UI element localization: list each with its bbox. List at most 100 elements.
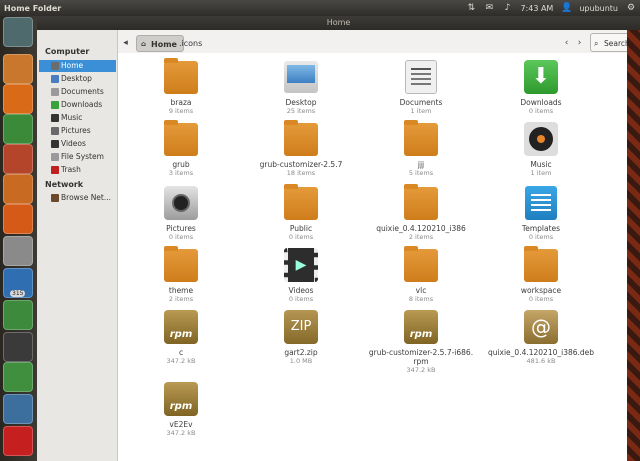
file-item[interactable]: rpm c 347.2 kB (126, 309, 236, 366)
file-name: quixie_0.4.120210_i386 (376, 224, 466, 233)
files-icon[interactable] (3, 54, 33, 84)
back-arrow-icon[interactable]: ‹ (561, 35, 572, 52)
downloads-icon (51, 101, 59, 109)
file-name: theme (168, 286, 194, 295)
file-name: Templates (521, 224, 561, 233)
folder-icon (403, 246, 439, 283)
file-item[interactable]: Pictures 0 items (126, 185, 236, 242)
dash-icon[interactable] (3, 17, 33, 47)
mail-icon[interactable]: ✉ (484, 3, 494, 13)
file-meta: 0 items (528, 233, 554, 241)
home-icon (51, 62, 59, 70)
file-item[interactable]: workspace 0 items (486, 246, 596, 304)
file-meta: 3 items (168, 169, 194, 177)
sidebar-item-music[interactable]: Music (39, 112, 116, 124)
rpm-icon: rpm (163, 381, 199, 417)
file-meta: 8 items (408, 295, 434, 303)
rpm-icon: rpm (403, 309, 439, 345)
file-meta: 5 items (408, 169, 434, 177)
file-item[interactable]: ZIP gart2.zip 1.0 MB (246, 309, 356, 366)
file-item[interactable]: ▶ Videos 0 items (246, 247, 356, 304)
ubuntu-one-icon[interactable] (3, 204, 33, 234)
clock[interactable]: 7:43 AM (520, 4, 553, 13)
search-button[interactable]: ⌕ Search (590, 33, 630, 52)
file-item[interactable]: @ quixie_0.4.120210_i386.deb 481.6 kB (486, 309, 596, 366)
sidebar-item-trash[interactable]: Trash (39, 164, 116, 176)
videos-icon (51, 140, 59, 148)
libreoffice-calc-icon[interactable] (3, 114, 33, 144)
user-name[interactable]: upubuntu (579, 4, 618, 13)
folder-icon (403, 184, 439, 221)
system-monitor-icon[interactable] (3, 362, 33, 392)
network-icon[interactable]: ⇅ (466, 3, 476, 13)
downloads-icon: ⬇ (523, 59, 559, 95)
file-manager-window: Home Computer Home Desktop Documents Downlo… (37, 16, 640, 461)
path-left-arrow-icon[interactable]: ◂ (120, 35, 131, 52)
file-name: Pictures (166, 224, 196, 233)
documents-icon (403, 59, 439, 95)
sidebar-item-label: Desktop (61, 74, 92, 83)
sidebar-item-label: Music (61, 113, 83, 122)
folder-icon (523, 246, 559, 283)
file-meta: 1.0 MB (289, 357, 313, 365)
file-item[interactable]: braza 9 items (126, 58, 236, 116)
terminal-icon[interactable] (3, 332, 33, 362)
sidebar-item-videos[interactable]: Videos (39, 138, 116, 150)
file-meta: 0 items (168, 233, 194, 241)
sidebar-heading-computer: Computer (45, 47, 90, 56)
file-item[interactable]: Public 0 items (246, 184, 356, 242)
drive-icon[interactable] (3, 236, 33, 266)
sidebar-item-browse-network[interactable]: Browse Net... (39, 192, 116, 204)
file-name: c (178, 348, 184, 357)
sidebar-item-downloads[interactable]: Downloads (39, 99, 116, 111)
sidebar-item-documents[interactable]: Documents (39, 86, 116, 98)
file-name: Music (530, 160, 552, 169)
sidebar-item-desktop[interactable]: Desktop (39, 73, 116, 85)
file-item[interactable]: grub 3 items (126, 120, 236, 178)
file-item[interactable]: vlc 8 items (366, 246, 476, 304)
file-meta: 2 items (168, 295, 194, 303)
desktop-wallpaper-edge (627, 30, 640, 461)
file-item[interactable]: Documents 1 item (366, 59, 476, 116)
file-item[interactable]: Desktop 25 items (246, 59, 356, 116)
file-item[interactable]: quixie_0.4.120210_i386 2 items (366, 184, 476, 242)
gear-icon[interactable]: ⚙ (626, 3, 636, 13)
sidebar-item-label: File System (61, 152, 104, 161)
file-name: gart2.zip (284, 348, 318, 357)
file-meta: 0 items (528, 107, 554, 115)
trash-icon (51, 166, 59, 174)
file-item[interactable]: rpm grub-customizer-2.5.7-i686. rpm 347.2 … (366, 309, 476, 375)
file-item[interactable]: grub-customizer-2.5.7 18 items (246, 120, 356, 178)
software-center-icon[interactable] (3, 174, 33, 204)
sidebar-item-file-system[interactable]: File System (39, 151, 116, 163)
update-manager-icon[interactable] (3, 300, 33, 330)
sidebar-item-label: Downloads (61, 100, 103, 109)
sidebar-item-label: Home (61, 61, 84, 70)
sidebar-item-pictures[interactable]: Pictures (39, 125, 116, 137)
sidebar-item-label: Pictures (61, 126, 91, 135)
workspaces-icon[interactable] (3, 394, 33, 424)
file-item[interactable]: Music 1 item (486, 121, 596, 178)
file-meta: 347.2 kB (406, 366, 436, 374)
window-title: Home (37, 16, 640, 30)
file-item[interactable]: Templates 0 items (486, 185, 596, 242)
file-meta: 481.6 kB (526, 357, 556, 365)
trash-icon[interactable] (3, 426, 33, 456)
sidebar-item-home[interactable]: Home (39, 60, 116, 72)
firefox-icon[interactable] (3, 84, 33, 114)
file-item[interactable]: ⬇ Downloads 0 items (486, 59, 596, 116)
file-name: Downloads (520, 98, 562, 107)
volume-icon[interactable]: ♪ (502, 3, 512, 13)
file-meta: 9 items (168, 107, 194, 115)
folder-icon (163, 246, 199, 283)
forward-arrow-icon[interactable]: › (574, 35, 585, 52)
file-meta: 18 items (286, 169, 316, 177)
path-current-button[interactable]: .icons (173, 35, 208, 52)
sidebar-heading-network: Network (45, 180, 84, 189)
file-name: vE2Ev (169, 420, 193, 429)
libreoffice-impress-icon[interactable] (3, 144, 33, 174)
file-item[interactable]: jjj 5 items (366, 120, 476, 178)
desktop-icon (51, 75, 59, 83)
file-item[interactable]: theme 2 items (126, 246, 236, 304)
file-item[interactable]: rpm vE2Ev 347.2 kB (126, 381, 236, 438)
